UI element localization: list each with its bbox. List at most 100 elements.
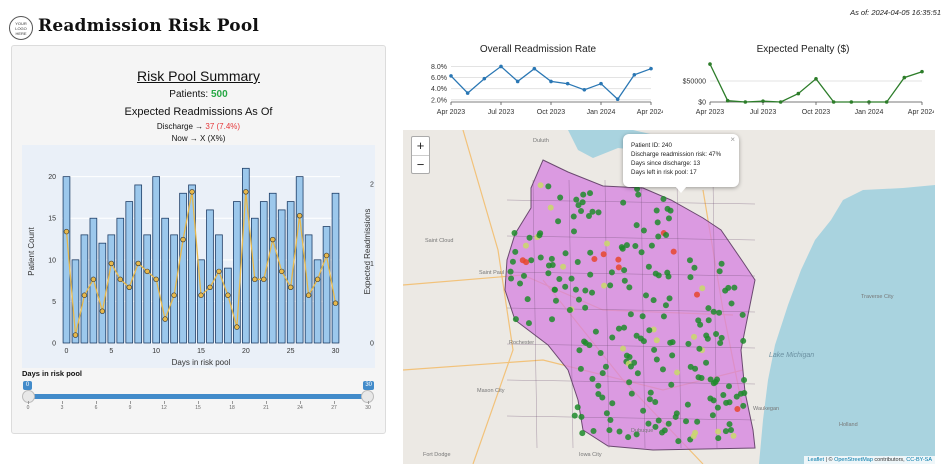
slider-tick <box>368 401 369 404</box>
patient-marker <box>571 412 578 419</box>
expected-penalty-chart[interactable]: Expected Penalty ($) $0 $50000 Apr 2023 Jul … <box>672 40 934 120</box>
popup-days-left: Days left in risk pool: 17 <box>631 169 697 176</box>
patients-value: 500 <box>211 89 228 100</box>
logo-text: YOUR LOGO HERE <box>15 20 27 36</box>
patient-marker <box>691 333 698 340</box>
patient-marker <box>647 389 654 396</box>
patient-marker <box>552 297 559 304</box>
slider-tick-label: 9 <box>128 405 132 411</box>
patient-marker <box>714 404 721 411</box>
patient-marker <box>650 297 657 304</box>
close-icon[interactable]: × <box>730 135 735 144</box>
osm-link[interactable]: OpenStreetMap <box>834 457 873 463</box>
zoom-in-button[interactable]: + <box>412 137 429 155</box>
zoom-out-button[interactable]: − <box>412 155 429 173</box>
y-tick-label: 6.0% <box>431 75 447 82</box>
patient-marker <box>602 363 609 370</box>
x-tick-label: Jul 2023 <box>750 109 777 116</box>
attribution-contrib: contributors, <box>872 457 907 463</box>
patient-marker <box>715 428 722 435</box>
patient-marker <box>725 383 732 390</box>
patient-marker <box>731 284 738 291</box>
slider-high-value: 30 <box>363 381 374 390</box>
map[interactable]: Duluth Saint Cloud Saint Paul Rochester … <box>403 130 935 464</box>
slider-track[interactable] <box>28 394 368 399</box>
data-point <box>796 91 801 96</box>
patient-marker <box>640 407 647 414</box>
patient-marker <box>709 412 716 419</box>
y-tick-label: 20 <box>48 174 56 181</box>
patient-marker <box>580 191 587 198</box>
patient-marker <box>740 337 747 344</box>
patient-marker <box>574 259 581 266</box>
summary-title: Risk Pool Summary <box>137 68 260 84</box>
patient-marker <box>705 305 712 312</box>
patient-marker <box>545 270 552 277</box>
patient-marker <box>590 427 597 434</box>
patient-marker <box>621 324 628 331</box>
map-place-label: Mason City <box>477 388 505 394</box>
bar <box>304 234 313 344</box>
patient-marker <box>638 249 645 256</box>
data-point <box>207 284 213 291</box>
patient-marker <box>587 249 594 256</box>
patient-marker <box>575 296 582 303</box>
data-point <box>332 300 339 306</box>
data-point <box>117 276 123 283</box>
y-tick-label: 4.0% <box>431 86 447 93</box>
data-point <box>482 76 487 81</box>
patient-marker <box>646 396 653 403</box>
patient-marker <box>620 199 627 206</box>
patient-marker <box>601 282 608 289</box>
patient-marker <box>653 207 660 214</box>
bar <box>161 217 169 344</box>
slider-tick <box>130 401 131 404</box>
slider-tick <box>96 401 97 404</box>
patient-marker <box>715 435 722 442</box>
slider-tick-label: 30 <box>365 405 371 411</box>
patient-marker <box>578 207 585 214</box>
patient-marker <box>589 289 596 296</box>
data-point <box>532 66 537 71</box>
series-line <box>709 63 923 103</box>
leaflet-link[interactable]: Leaflet <box>807 457 824 463</box>
y-tick-label: 2.0% <box>431 97 447 104</box>
patient-marker <box>576 347 583 354</box>
data-point <box>216 268 222 275</box>
license-link[interactable]: CC-BY-SA <box>906 457 932 463</box>
days-range-slider[interactable]: 0 30 0 3 6 9 12 15 18 21 24 27 30 <box>22 381 374 411</box>
patient-marker <box>603 410 610 417</box>
popup-tip <box>675 186 687 193</box>
chart-title: Overall Readmission Rate <box>480 44 597 55</box>
patient-marker <box>604 240 611 247</box>
data-point <box>189 189 195 195</box>
patient-marker <box>741 377 748 384</box>
patient-marker <box>696 345 703 352</box>
y-tick-label: 15 <box>48 216 56 223</box>
patient-marker <box>573 196 580 203</box>
slider-tick <box>28 401 29 404</box>
patient-marker <box>653 356 660 363</box>
map-place-label: Dubuque <box>631 428 654 434</box>
readmission-rate-chart[interactable]: Overall Readmission Rate 2.0% 4.0% 6.0% 8.0%… <box>413 40 663 120</box>
patient-marker <box>739 311 746 318</box>
slider-tick-label: 21 <box>263 405 269 411</box>
patient-marker <box>645 420 652 427</box>
patient-marker <box>741 390 748 397</box>
x-tick-label: 25 <box>287 348 295 355</box>
data-point <box>565 81 570 86</box>
map-place-label: Rochester <box>509 340 535 346</box>
slider-low-value: 0 <box>23 381 32 390</box>
days-in-risk-pool-chart[interactable]: 051015200120 5 10 15 20 25 30Days in risk pool… <box>22 145 375 368</box>
patient-marker <box>659 366 666 373</box>
patient-marker <box>608 269 615 276</box>
patient-marker <box>670 248 677 255</box>
patient-marker <box>621 267 628 274</box>
slider-tick-label: 12 <box>161 405 167 411</box>
patient-marker <box>509 258 516 265</box>
slider-tick <box>164 401 165 404</box>
patient-marker <box>645 263 652 270</box>
patient-popup: × Patient ID: 240 Discharge readmission … <box>623 134 739 187</box>
patient-marker <box>628 390 635 397</box>
patient-marker <box>595 209 602 216</box>
